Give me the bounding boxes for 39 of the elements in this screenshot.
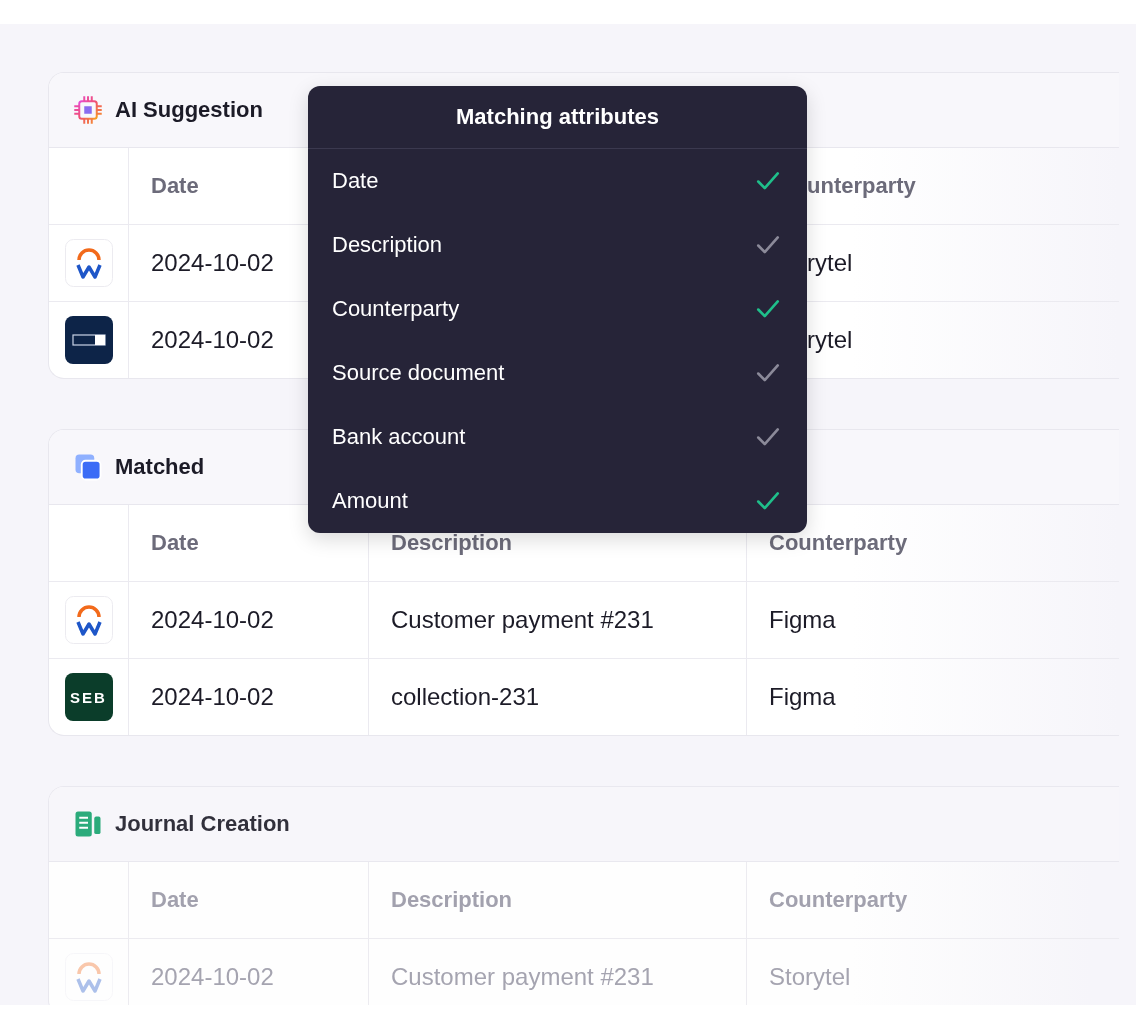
table-cell: rytel bbox=[807, 249, 853, 277]
column-header: Counterparty bbox=[769, 530, 908, 556]
table-cell: 2024-10-02 bbox=[151, 963, 274, 991]
copy-icon bbox=[73, 452, 103, 482]
bank-logo: SEB bbox=[64, 673, 113, 721]
table-cell: Customer payment #231 bbox=[391, 606, 654, 634]
table-cell: collection-231 bbox=[391, 683, 540, 711]
table-cell: 2024-10-02 bbox=[151, 606, 274, 634]
column-header: Description bbox=[391, 887, 513, 913]
column-header: unterparty bbox=[807, 173, 916, 199]
table-cell: Figma bbox=[769, 683, 836, 711]
chip-icon bbox=[73, 95, 103, 125]
logo-icon bbox=[64, 596, 113, 644]
column-header: Description bbox=[391, 530, 513, 556]
column-header: Date bbox=[151, 887, 199, 913]
journal-icon bbox=[73, 809, 103, 839]
toggle-logo-icon bbox=[64, 316, 113, 364]
section-title: AI Suggestion bbox=[115, 97, 263, 123]
attribute-label: Bank account bbox=[332, 424, 466, 450]
table-cell: 2024-10-02 bbox=[151, 326, 274, 354]
attribute-label: Amount bbox=[332, 488, 408, 514]
section-title: Matched bbox=[115, 454, 205, 480]
attribute-label: Date bbox=[332, 168, 379, 194]
attribute-label: Description bbox=[332, 232, 443, 258]
attribute-label: Source document bbox=[332, 360, 505, 386]
table-cell: Figma bbox=[769, 606, 836, 634]
logo-icon bbox=[64, 239, 113, 287]
column-header: Date bbox=[151, 173, 199, 199]
attribute-label: Counterparty bbox=[332, 296, 460, 322]
table-cell: rytel bbox=[807, 326, 853, 354]
table-cell: Customer payment #231 bbox=[391, 963, 654, 991]
table-cell: 2024-10-02 bbox=[151, 249, 274, 277]
table-cell: Storytel bbox=[769, 963, 851, 991]
popover-title: Matching attributes bbox=[308, 86, 807, 149]
column-header: Counterparty bbox=[769, 887, 908, 913]
column-header: Date bbox=[151, 530, 199, 556]
table-cell: 2024-10-02 bbox=[151, 683, 274, 711]
logo-icon bbox=[64, 953, 113, 1001]
section-title: Journal Creation bbox=[115, 811, 290, 837]
